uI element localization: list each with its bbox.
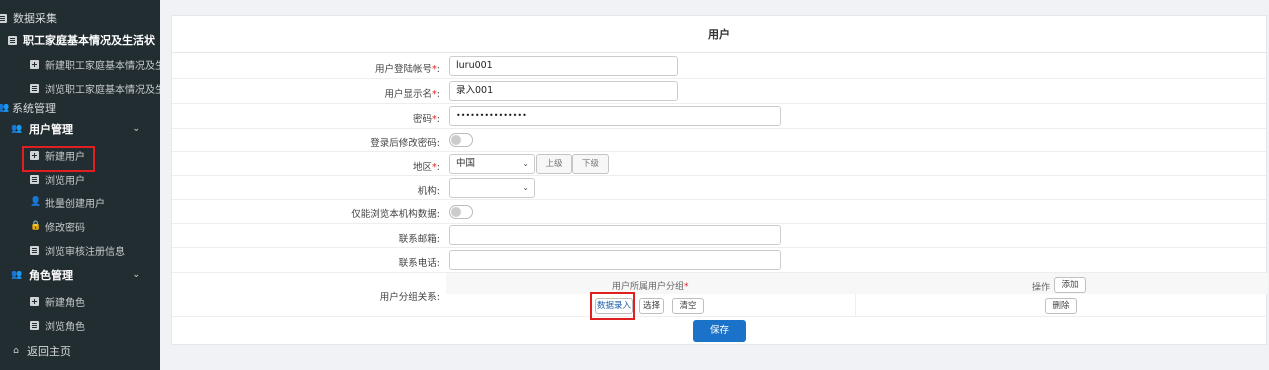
group-label: 用户分组关系: <box>379 292 440 303</box>
email-input[interactable] <box>449 225 781 245</box>
form-row-display-name: 用户显示名*: 录入001 <box>172 79 1266 104</box>
list-icon <box>30 83 39 93</box>
column-divider <box>855 294 856 317</box>
org-label: 机构: <box>417 186 440 197</box>
display-name-input[interactable]: 录入001 <box>449 81 678 101</box>
save-button[interactable]: 保存 <box>693 320 746 342</box>
org-select[interactable]: ⌄ <box>449 178 535 198</box>
login-input[interactable]: luru001 <box>449 56 678 76</box>
chevron-down-icon: ⌄ <box>132 124 140 134</box>
form-row-group: 用户分组关系: 用户所属用户分组* 操作 添加 数据录入 选择 清空 删除 <box>172 273 1268 320</box>
sidebar-item-label: 职工家庭基本情况及生活状 <box>23 34 155 47</box>
highlight-box <box>590 292 635 320</box>
sidebar-item-browse-user[interactable]: 浏览用户 <box>30 169 85 189</box>
sidebar-item-browse-registration[interactable]: 浏览审核注册信息 <box>30 240 125 260</box>
sidebar-item-label: 浏览用户 <box>45 175 85 187</box>
sidebar-item-label: 角色管理 <box>29 269 73 282</box>
sidebar-item-back-home[interactable]: ⌂ 返回主页 <box>10 341 71 361</box>
group-col-label: 用户所属用户分组* <box>612 282 689 292</box>
login-label: 用户登陆帐号*: <box>375 64 440 75</box>
sidebar-item-label: 系统管理 <box>12 102 56 115</box>
region-label: 地区*: <box>413 162 440 173</box>
sidebar-item-label: 浏览角色 <box>45 321 85 333</box>
sidebar-item-label: 返回主页 <box>27 345 71 358</box>
sidebar-item-label: 批量创建用户 <box>45 198 105 210</box>
region-select[interactable]: 中国 ⌄ <box>449 154 535 174</box>
chevron-down-icon: ⌄ <box>522 159 529 168</box>
form-row-org: 机构: ⌄ <box>172 176 1266 200</box>
email-label: 联系邮箱: <box>398 234 440 245</box>
password-input[interactable]: ••••••••••••••• <box>449 106 781 126</box>
sidebar-group-employee[interactable]: 职工家庭基本情况及生活状 <box>8 30 155 50</box>
group-table-header <box>446 273 1268 294</box>
lock-icon: 🔒 <box>30 220 42 231</box>
users-icon: 👥 <box>0 102 10 113</box>
form-row-login: 用户登陆帐号*: luru001 <box>172 54 1266 79</box>
sidebar-group-user-manage[interactable]: 👥 用户管理 ⌄ <box>10 119 160 139</box>
form-row-phone: 联系电话: <box>172 248 1266 273</box>
form-row-region: 地区*: 中国 ⌄ 上级 下级 <box>172 152 1266 176</box>
change-password-label: 登录后修改密码: <box>370 138 440 149</box>
sidebar: 数据采集 职工家庭基本情况及生活状 新建职工家庭基本情况及生 浏览职工家庭基本情… <box>0 0 160 370</box>
sidebar-item-label: 用户管理 <box>29 123 73 136</box>
list-icon <box>0 13 7 23</box>
list-icon <box>8 35 17 45</box>
delete-button[interactable]: 删除 <box>1045 298 1077 314</box>
sidebar-item-system-manage[interactable]: 👥 系统管理 <box>0 98 56 118</box>
sidebar-item-label: 浏览审核注册信息 <box>45 246 125 258</box>
sidebar-item-label: 新建职工家庭基本情况及生 <box>45 60 160 72</box>
users-cog-icon: 👥 <box>11 123 23 134</box>
plus-square-icon <box>30 296 39 306</box>
region-down-button[interactable]: 下级 <box>572 154 609 174</box>
own-org-label: 仅能浏览本机构数据: <box>351 209 440 220</box>
sidebar-item-change-password[interactable]: 🔒 修改密码 <box>30 216 85 236</box>
chevron-down-icon: ⌄ <box>132 270 140 280</box>
sidebar-item-new-role[interactable]: 新建角色 <box>30 291 85 311</box>
sidebar-group-role-manage[interactable]: 👥 角色管理 ⌄ <box>10 265 160 285</box>
region-select-value: 中国 <box>456 158 476 169</box>
form-row-email: 联系邮箱: <box>172 224 1266 248</box>
list-icon <box>30 174 39 184</box>
clear-button[interactable]: 清空 <box>672 298 704 314</box>
own-org-toggle[interactable] <box>449 205 473 219</box>
phone-label: 联系电话: <box>398 258 440 269</box>
user-form-panel: 用户 用户登陆帐号*: luru001 用户显示名*: 录入001 密码*: •… <box>171 15 1268 345</box>
op-col-label: 操作 <box>1032 283 1051 293</box>
phone-input[interactable] <box>449 250 781 270</box>
chevron-down-icon: ⌄ <box>522 183 529 192</box>
form-row-own-org: 仅能浏览本机构数据: <box>172 200 1266 224</box>
list-icon <box>30 320 39 330</box>
form-row-change-password: 登录后修改密码: <box>172 129 1266 152</box>
sidebar-item-browse-role[interactable]: 浏览角色 <box>30 315 85 335</box>
form-row-password: 密码*: ••••••••••••••• <box>172 104 1266 129</box>
sidebar-item-batch-create[interactable]: 👤 批量创建用户 <box>30 192 105 212</box>
user-edit-icon: 👤 <box>30 196 42 207</box>
sidebar-item-label: 新建角色 <box>45 297 85 309</box>
display-name-label: 用户显示名*: <box>384 89 440 100</box>
users-icon: 👥 <box>11 269 23 280</box>
list-icon <box>30 245 39 255</box>
region-up-button[interactable]: 上级 <box>536 154 572 174</box>
page-title: 用户 <box>172 16 1266 53</box>
password-label: 密码*: <box>413 114 440 125</box>
change-password-toggle[interactable] <box>449 133 473 147</box>
select-button[interactable]: 选择 <box>639 298 664 314</box>
sidebar-item-label: 修改密码 <box>45 222 85 234</box>
sidebar-item-employee-browse[interactable]: 浏览职工家庭基本情况及生 <box>30 78 160 98</box>
sidebar-item-label: 数据采集 <box>13 12 57 25</box>
plus-square-icon <box>30 59 39 69</box>
add-button[interactable]: 添加 <box>1054 277 1086 293</box>
sidebar-item-data-collection[interactable]: 数据采集 <box>0 8 57 28</box>
sidebar-item-employee-new[interactable]: 新建职工家庭基本情况及生 <box>30 54 160 74</box>
sidebar-item-label: 浏览职工家庭基本情况及生 <box>45 84 160 96</box>
home-icon: ⌂ <box>13 345 19 356</box>
